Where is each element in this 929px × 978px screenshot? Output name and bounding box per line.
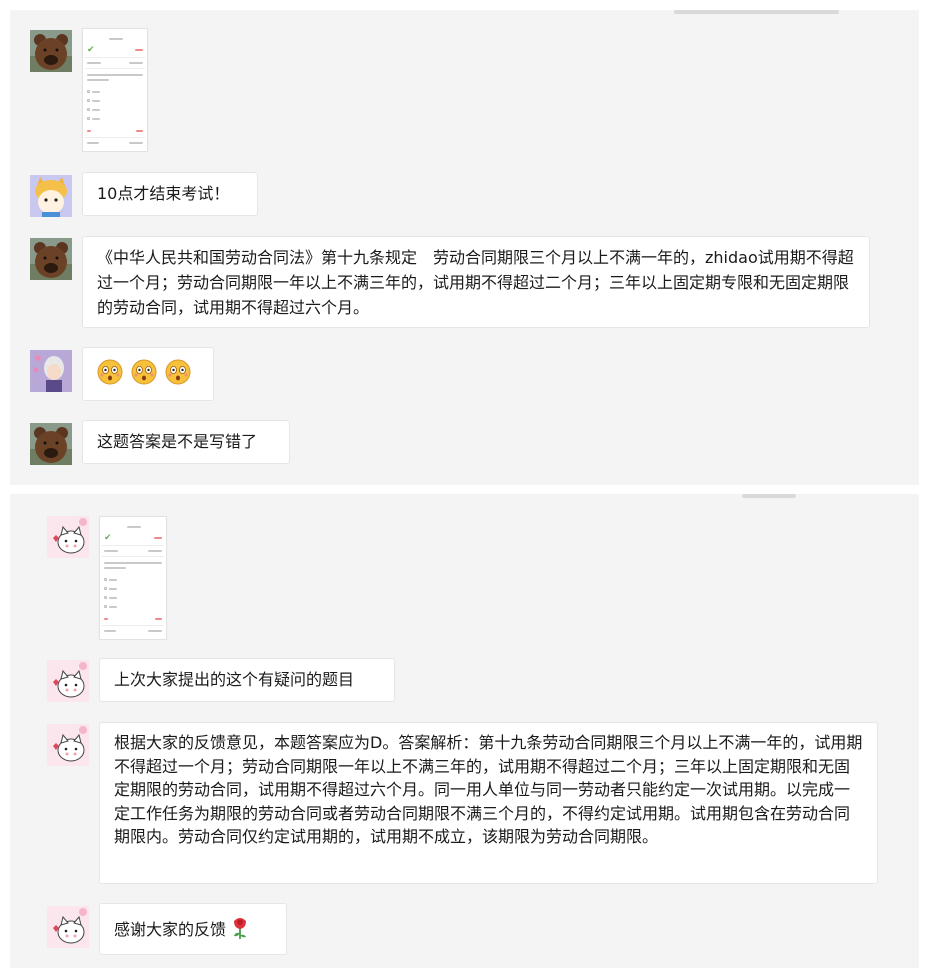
cat-hat-avatar-image (30, 175, 72, 217)
cartoon-cat-avatar-image (47, 724, 89, 766)
cartoon-cat-avatar-image (47, 516, 89, 558)
message-bubble[interactable]: 10点才结束考试！ (82, 172, 258, 216)
scrollbar[interactable] (742, 494, 796, 498)
message-text: 上次大家提出的这个有疑问的题目 (114, 670, 355, 689)
surprised-face-emoji (131, 359, 157, 384)
scrollbar[interactable] (674, 10, 839, 14)
bear-avatar-image (30, 238, 72, 280)
avatar[interactable] (30, 30, 72, 72)
message-text: 《中华人民共和国劳动合同法》第十九条规定 劳动合同期限三个月以上不满一年的，zh… (97, 248, 854, 317)
chat-panel-top: ✔ 10点才结束考试！ 《中华人民共和国劳动合同法》第十九条规定 劳动合同期限三… (10, 10, 919, 485)
surprised-face-emoji (165, 359, 191, 384)
avatar[interactable] (47, 724, 89, 766)
cartoon-cat-avatar-image (47, 906, 89, 948)
message-bubble[interactable]: 这题答案是不是写错了 (82, 420, 290, 464)
avatar[interactable] (47, 516, 89, 558)
avatar[interactable] (30, 238, 72, 280)
cartoon-cat-avatar-image (47, 660, 89, 702)
chat-panel-bottom: ✔ 上次大家提出的这个有疑问的题目 根据大家的反馈意见，本题答案应为D。答案解析… (10, 494, 919, 968)
shared-image-thumbnail[interactable]: ✔ (82, 28, 148, 152)
rose-emoji (234, 918, 247, 939)
message-text: 感谢大家的反馈 (114, 920, 227, 939)
message-text: 这题答案是不是写错了 (97, 432, 258, 451)
anime-avatar-image (30, 350, 72, 392)
message-bubble[interactable]: 根据大家的反馈意见，本题答案应为D。答案解析：第十九条劳动合同期限三个月以上不满… (99, 722, 878, 884)
avatar[interactable] (30, 423, 72, 465)
message-bubble[interactable]: 《中华人民共和国劳动合同法》第十九条规定 劳动合同期限三个月以上不满一年的，zh… (82, 236, 870, 328)
avatar[interactable] (30, 175, 72, 217)
shared-image-thumbnail[interactable]: ✔ (99, 516, 167, 640)
surprised-face-emoji (97, 359, 123, 384)
avatar[interactable] (30, 350, 72, 392)
message-bubble[interactable] (82, 347, 214, 401)
bear-avatar-image (30, 30, 72, 72)
avatar[interactable] (47, 906, 89, 948)
avatar[interactable] (47, 660, 89, 702)
message-bubble[interactable]: 感谢大家的反馈 (99, 903, 287, 955)
message-text: 根据大家的反馈意见，本题答案应为D。答案解析：第十九条劳动合同期限三个月以上不满… (114, 733, 863, 846)
bear-avatar-image (30, 423, 72, 465)
message-bubble[interactable]: 上次大家提出的这个有疑问的题目 (99, 658, 395, 702)
message-text: 10点才结束考试！ (97, 184, 230, 203)
